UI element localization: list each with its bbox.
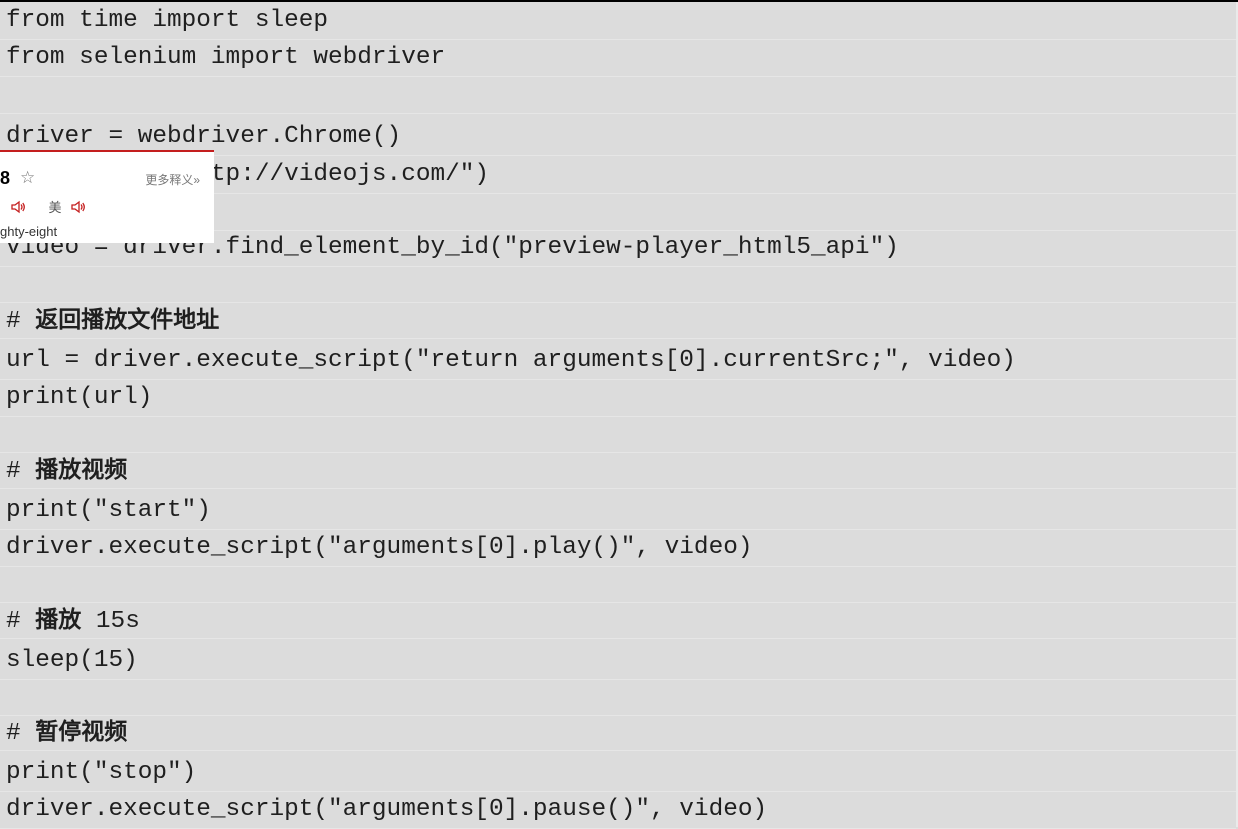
code-line-21: print("stop") [0, 754, 1236, 792]
speaker-icon-uk[interactable] [10, 199, 26, 215]
code-line-8 [0, 265, 1236, 303]
us-pronunciation-label: 美 [48, 200, 62, 215]
code-line-16 [0, 565, 1236, 603]
code-line-15: driver.execute_script("arguments[0].play… [0, 529, 1236, 567]
more-definitions-link[interactable]: 更多释义» [145, 171, 200, 188]
speaker-icon-us[interactable] [70, 199, 86, 215]
dictionary-popup[interactable]: 8 ☆ 更多释义» 美 ghty-eight [0, 150, 214, 243]
pronunciation-row: 美 [10, 197, 86, 215]
code-line-11: print(url) [0, 379, 1236, 417]
code-comment-play-15s: # 播放 15s [0, 601, 1236, 639]
code-line-22: driver.execute_script("arguments[0].paus… [0, 791, 1236, 829]
code-line-12 [0, 415, 1236, 453]
code-line-14: print("start") [0, 492, 1236, 530]
code-comment-play: # 播放视频 [0, 451, 1236, 489]
code-line-18: sleep(15) [0, 642, 1236, 680]
code-line-19 [0, 678, 1236, 716]
code-line-2: from selenium import webdriver [0, 39, 1236, 77]
popup-definition: ghty-eight [0, 224, 58, 239]
code-line-3 [0, 76, 1236, 114]
code-line-10: url = driver.execute_script("return argu… [0, 342, 1236, 380]
code-comment-return-src: # 返回播放文件地址 [0, 301, 1236, 339]
code-comment-pause: # 暂停视频 [0, 713, 1236, 751]
code-block: from time import sleep from selenium imp… [0, 2, 1238, 829]
code-line-1: from time import sleep [0, 2, 1236, 40]
popup-word: 8 [0, 168, 11, 188]
favorite-star-icon[interactable]: ☆ [20, 168, 35, 188]
